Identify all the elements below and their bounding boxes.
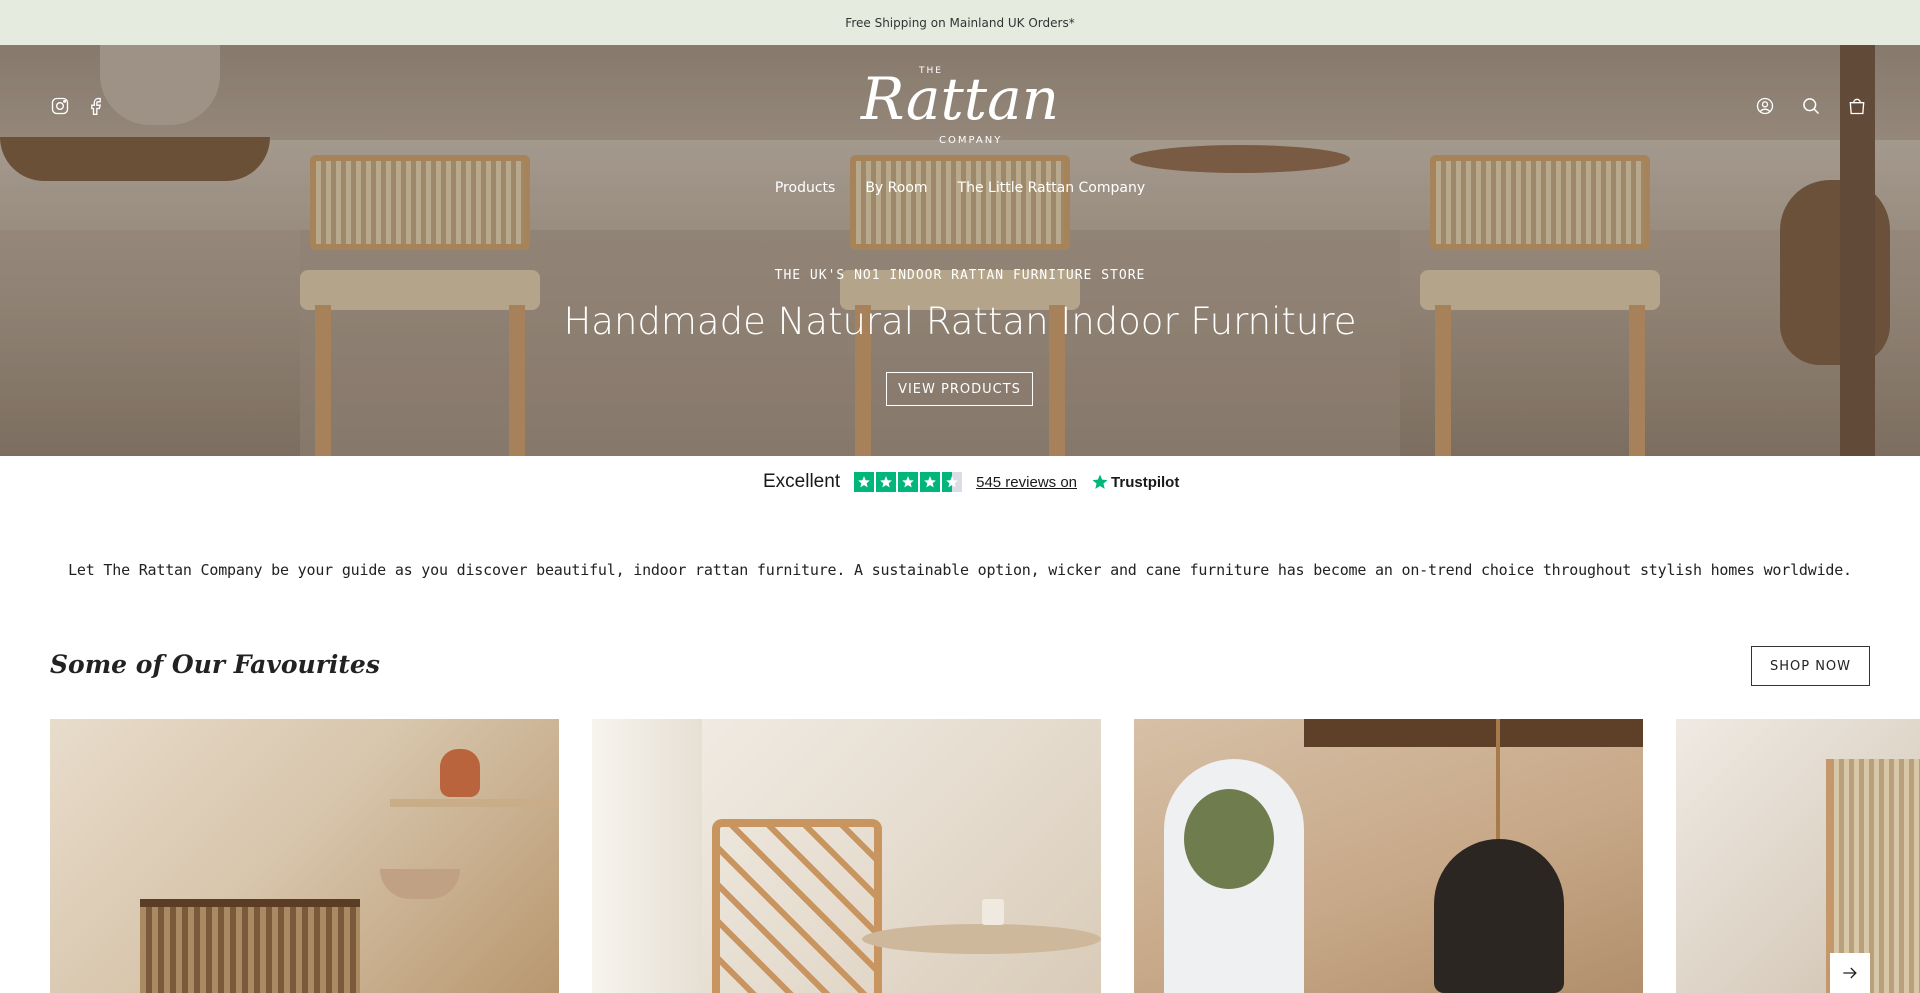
- arrow-right-icon: [1843, 967, 1857, 979]
- announcement-bar: Free Shipping on Mainland UK Orders*: [0, 0, 1920, 45]
- star-half-icon: [942, 472, 963, 492]
- hero-eyebrow: THE UK'S NO1 INDOOR RATTAN FURNITURE STO…: [774, 268, 1146, 283]
- hero-headline: Handmade Natural Rattan Indoor Furniture: [563, 300, 1357, 343]
- utility-icons: [1755, 96, 1867, 116]
- account-icon[interactable]: [1755, 96, 1775, 116]
- trustpilot-stars: [854, 472, 963, 492]
- intro-text: Let The Rattan Company be your guide as …: [68, 561, 1852, 579]
- favourites-title: Some of Our Favourites: [50, 650, 380, 679]
- nav-by-room[interactable]: By Room: [865, 180, 927, 196]
- favourites-carousel: [50, 719, 1920, 993]
- search-icon[interactable]: [1801, 96, 1821, 116]
- nav-products[interactable]: Products: [775, 180, 835, 196]
- trustpilot-review-count[interactable]: 545 reviews on: [976, 474, 1077, 491]
- product-card[interactable]: [1134, 719, 1643, 993]
- trustpilot-brand: Trustpilot: [1111, 473, 1180, 491]
- cart-icon[interactable]: [1847, 96, 1867, 116]
- trustpilot-widget[interactable]: Excellent 545 reviews on Trustpilot: [763, 470, 1179, 494]
- view-products-button[interactable]: VIEW PRODUCTS: [886, 372, 1033, 406]
- shop-now-button[interactable]: SHOP NOW: [1751, 646, 1870, 686]
- logo-company: COMPANY: [939, 135, 1003, 146]
- main-nav: Products By Room The Little Rattan Compa…: [0, 180, 1920, 196]
- instagram-icon[interactable]: [50, 96, 70, 116]
- trustpilot-star-icon: [1092, 474, 1108, 489]
- social-links: [50, 96, 106, 116]
- star-icon: [898, 472, 919, 492]
- facebook-icon[interactable]: [86, 96, 106, 116]
- star-icon: [854, 472, 875, 492]
- trustpilot-rating-text: Excellent: [763, 471, 841, 492]
- carousel-next-button[interactable]: [1830, 953, 1870, 993]
- product-card[interactable]: [1676, 719, 1920, 993]
- product-card[interactable]: [50, 719, 559, 993]
- announcement-text: Free Shipping on Mainland UK Orders*: [845, 15, 1075, 30]
- star-icon: [876, 472, 897, 492]
- star-icon: [920, 472, 941, 492]
- logo-script: Rattan: [860, 65, 1060, 133]
- trustpilot-logo[interactable]: Trustpilot: [1091, 473, 1179, 491]
- nav-little-rattan-company[interactable]: The Little Rattan Company: [958, 180, 1146, 196]
- site-logo[interactable]: THE Rattan COMPANY: [845, 58, 1075, 150]
- product-card[interactable]: [592, 719, 1101, 993]
